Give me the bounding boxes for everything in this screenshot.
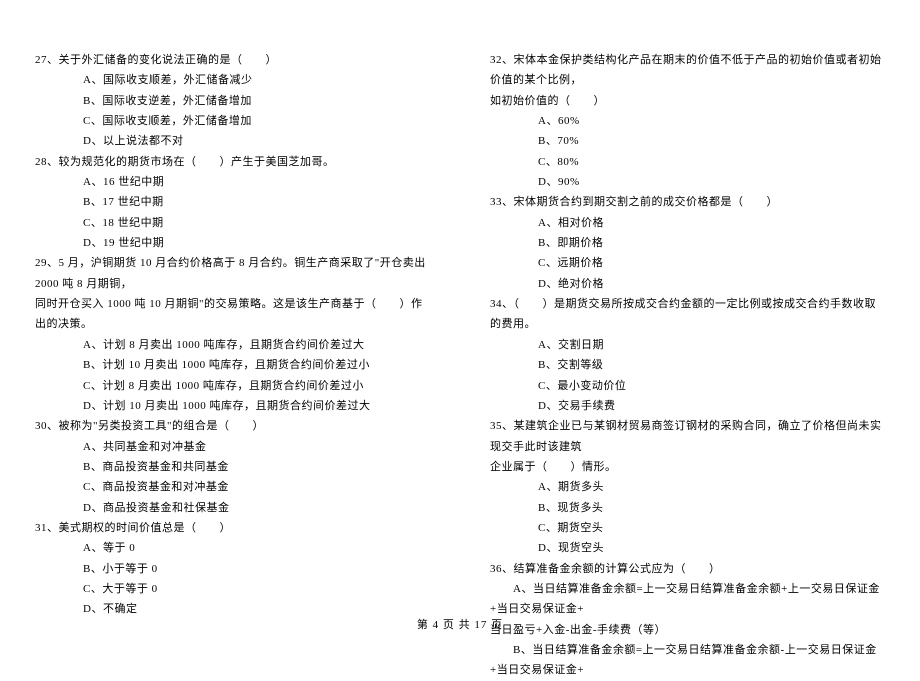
question-28: 28、较为规范化的期货市场在（ ）产生于美国芝加哥。: [35, 152, 430, 172]
left-column: 27、关于外汇储备的变化说法正确的是（ ） A、国际收支顺差，外汇储备减少 B、…: [35, 50, 430, 610]
right-column: 32、宋体本金保护类结构化产品在期末的价值不低于产品的初始价值或者初始价值的某个…: [490, 50, 885, 610]
option-34-d: D、交易手续费: [490, 396, 885, 416]
option-28-b: B、17 世纪中期: [35, 192, 430, 212]
option-35-d: D、现货空头: [490, 538, 885, 558]
option-33-c: C、远期价格: [490, 253, 885, 273]
option-32-c: C、80%: [490, 152, 885, 172]
option-30-d: D、商品投资基金和社保基金: [35, 498, 430, 518]
option-29-a: A、计划 8 月卖出 1000 吨库存，且期货合约间价差过大: [35, 335, 430, 355]
option-31-a: A、等于 0: [35, 538, 430, 558]
option-33-a: A、相对价格: [490, 213, 885, 233]
question-30: 30、被称为"另类投资工具"的组合是（ ）: [35, 416, 430, 436]
option-31-c: C、大于等于 0: [35, 579, 430, 599]
page-footer: 第 4 页 共 17 页: [0, 616, 920, 632]
option-36-b-line1: B、当日结算准备金余额=上一交易日结算准备金余额-上一交易日保证金+当日交易保证…: [490, 640, 885, 681]
question-35-line1: 35、某建筑企业已与某钢材贸易商签订钢材的采购合同，确立了价格但尚未实现交手此时…: [490, 416, 885, 457]
two-column-layout: 27、关于外汇储备的变化说法正确的是（ ） A、国际收支顺差，外汇储备减少 B、…: [35, 50, 885, 610]
question-27: 27、关于外汇储备的变化说法正确的是（ ）: [35, 50, 430, 70]
option-34-a: A、交割日期: [490, 335, 885, 355]
question-31: 31、美式期权的时间价值总是（ ）: [35, 518, 430, 538]
option-29-d: D、计划 10 月卖出 1000 吨库存，且期货合约间价差过大: [35, 396, 430, 416]
option-35-a: A、期货多头: [490, 477, 885, 497]
option-27-b: B、国际收支逆差，外汇储备增加: [35, 91, 430, 111]
question-34: 34、（ ）是期货交易所按成交合约金额的一定比例或按成交合约手数收取的费用。: [490, 294, 885, 335]
option-27-d: D、以上说法都不对: [35, 131, 430, 151]
option-31-b: B、小于等于 0: [35, 559, 430, 579]
question-29-line1: 29、5 月，沪铜期货 10 月合约价格高于 8 月合约。铜生产商采取了"开仓卖…: [35, 253, 430, 294]
question-36: 36、结算准备金余额的计算公式应为（ ）: [490, 559, 885, 579]
option-28-a: A、16 世纪中期: [35, 172, 430, 192]
option-30-b: B、商品投资基金和共同基金: [35, 457, 430, 477]
option-35-c: C、期货空头: [490, 518, 885, 538]
option-36-a-line1: A、当日结算准备金余额=上一交易日结算准备金余额+上一交易日保证金+当日交易保证…: [490, 579, 885, 620]
question-33: 33、宋体期货合约到期交割之前的成交价格都是（ ）: [490, 192, 885, 212]
option-29-b: B、计划 10 月卖出 1000 吨库存，且期货合约间价差过小: [35, 355, 430, 375]
question-32-line1: 32、宋体本金保护类结构化产品在期末的价值不低于产品的初始价值或者初始价值的某个…: [490, 50, 885, 91]
option-29-c: C、计划 8 月卖出 1000 吨库存，且期货合约间价差过小: [35, 376, 430, 396]
option-27-a: A、国际收支顺差，外汇储备减少: [35, 70, 430, 90]
option-30-c: C、商品投资基金和对冲基金: [35, 477, 430, 497]
option-33-d: D、绝对价格: [490, 274, 885, 294]
option-34-c: C、最小变动价位: [490, 376, 885, 396]
option-32-b: B、70%: [490, 131, 885, 151]
option-28-d: D、19 世纪中期: [35, 233, 430, 253]
option-28-c: C、18 世纪中期: [35, 213, 430, 233]
option-32-a: A、60%: [490, 111, 885, 131]
question-35-line2: 企业属于（ ）情形。: [490, 457, 885, 477]
option-33-b: B、即期价格: [490, 233, 885, 253]
option-32-d: D、90%: [490, 172, 885, 192]
option-30-a: A、共同基金和对冲基金: [35, 437, 430, 457]
question-29-line2: 同时开仓买入 1000 吨 10 月期铜"的交易策略。这是该生产商基于（ ）作出…: [35, 294, 430, 335]
option-35-b: B、现货多头: [490, 498, 885, 518]
option-27-c: C、国际收支顺差，外汇储备增加: [35, 111, 430, 131]
question-32-line2: 如初始价值的（ ）: [490, 91, 885, 111]
option-34-b: B、交割等级: [490, 355, 885, 375]
